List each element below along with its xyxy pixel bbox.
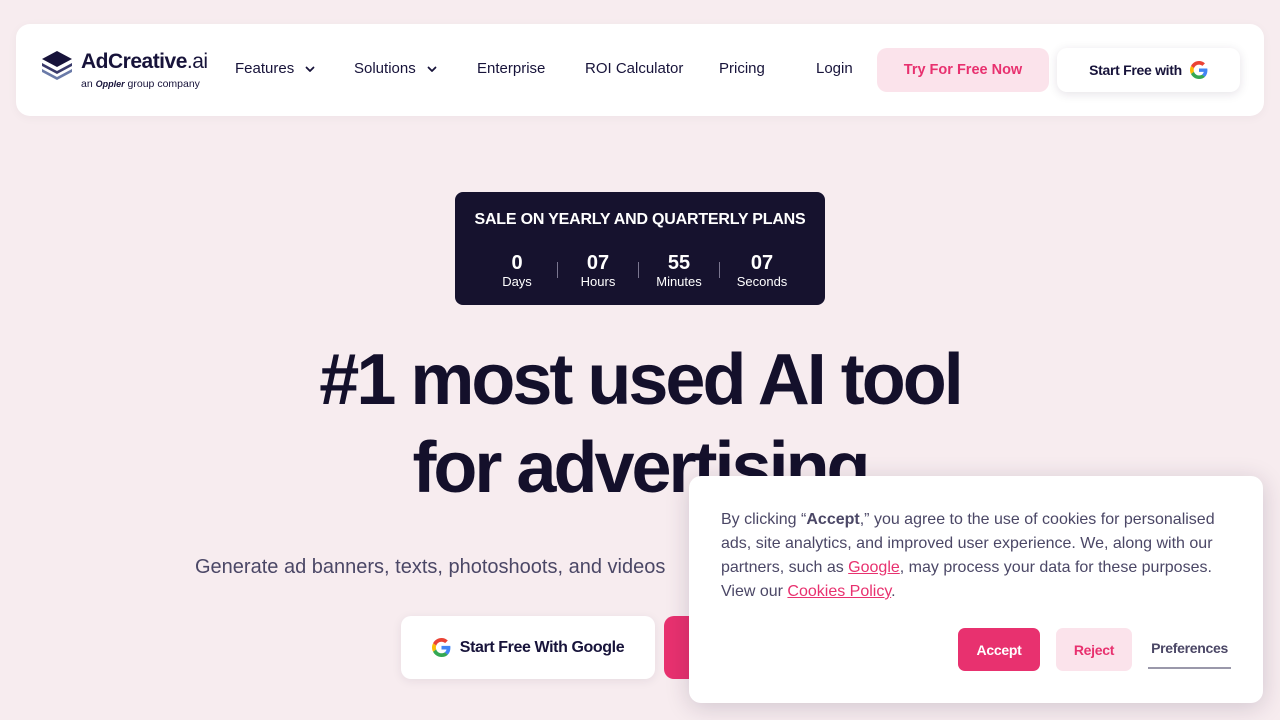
sale-title: SALE ON YEARLY AND QUARTERLY PLANS [474,211,806,228]
google-icon [1189,61,1208,79]
hero-google-button-label: Start Free With Google [459,638,625,656]
countdown-hours-value: 07 [586,252,610,274]
hero-heading-line1: #1 most used AI tool [319,340,963,420]
cookie-reject-button[interactable]: Reject [1056,628,1132,671]
layers-logo-icon [42,51,72,80]
countdown-hours-label: Hours [580,274,616,289]
cookie-consent-dialog: By clicking “Accept,” you agree to the u… [689,476,1263,703]
top-navbar: AdCreative.ai an Oppler group company Fe… [16,24,1264,116]
brand-tagline: an Oppler group company [81,78,200,90]
google-icon [431,638,451,657]
countdown-hours: 07 Hours [558,252,638,290]
cookies-policy-link[interactable]: Cookies Policy [787,583,891,600]
chevron-down-icon [305,66,315,72]
brand-name: AdCreative.ai [81,50,208,73]
countdown-timer: 0 Days 07 Hours 55 Minutes 07 Seconds [455,252,825,292]
countdown-seconds-value: 07 [750,252,774,274]
try-free-button[interactable]: Try For Free Now [877,48,1049,92]
brand-logo[interactable]: AdCreative.ai an Oppler group company [40,49,210,93]
nav-solutions[interactable]: Solutions [354,60,438,77]
countdown-days: 0 Days [477,252,557,290]
nav-solutions-label: Solutions [354,60,416,77]
cookie-accept-emphasis: Accept [806,511,860,528]
countdown-days-label: Days [502,274,532,289]
start-free-google-label: Start Free with [1089,62,1182,78]
countdown-minutes-value: 55 [667,252,691,274]
cookie-preferences-button[interactable]: Preferences [1148,628,1231,669]
countdown-minutes-label: Minutes [656,274,702,289]
cookie-accept-button[interactable]: Accept [958,628,1040,671]
countdown-divider [719,262,720,278]
hero-start-free-google-button[interactable]: Start Free With Google [401,616,655,679]
chevron-down-icon [427,66,437,72]
sale-countdown-banner: SALE ON YEARLY AND QUARTERLY PLANS 0 Day… [455,192,825,305]
nav-features[interactable]: Features [235,60,316,77]
countdown-seconds-label: Seconds [736,274,788,289]
start-free-google-button[interactable]: Start Free with [1057,48,1240,92]
countdown-minutes: 55 Minutes [639,252,719,290]
hero-subtitle: Generate ad banners, texts, photoshoots,… [195,556,666,578]
nav-enterprise[interactable]: Enterprise [477,60,545,77]
nav-features-label: Features [235,60,295,77]
nav-pricing[interactable]: Pricing [719,60,765,77]
countdown-days-value: 0 [511,252,523,274]
nav-login[interactable]: Login [816,60,853,77]
google-partner-link[interactable]: Google [848,559,900,576]
nav-roi-calculator[interactable]: ROI Calculator [585,60,683,77]
cookie-consent-text: By clicking “Accept,” you agree to the u… [721,511,1215,600]
countdown-seconds: 07 Seconds [722,252,802,290]
